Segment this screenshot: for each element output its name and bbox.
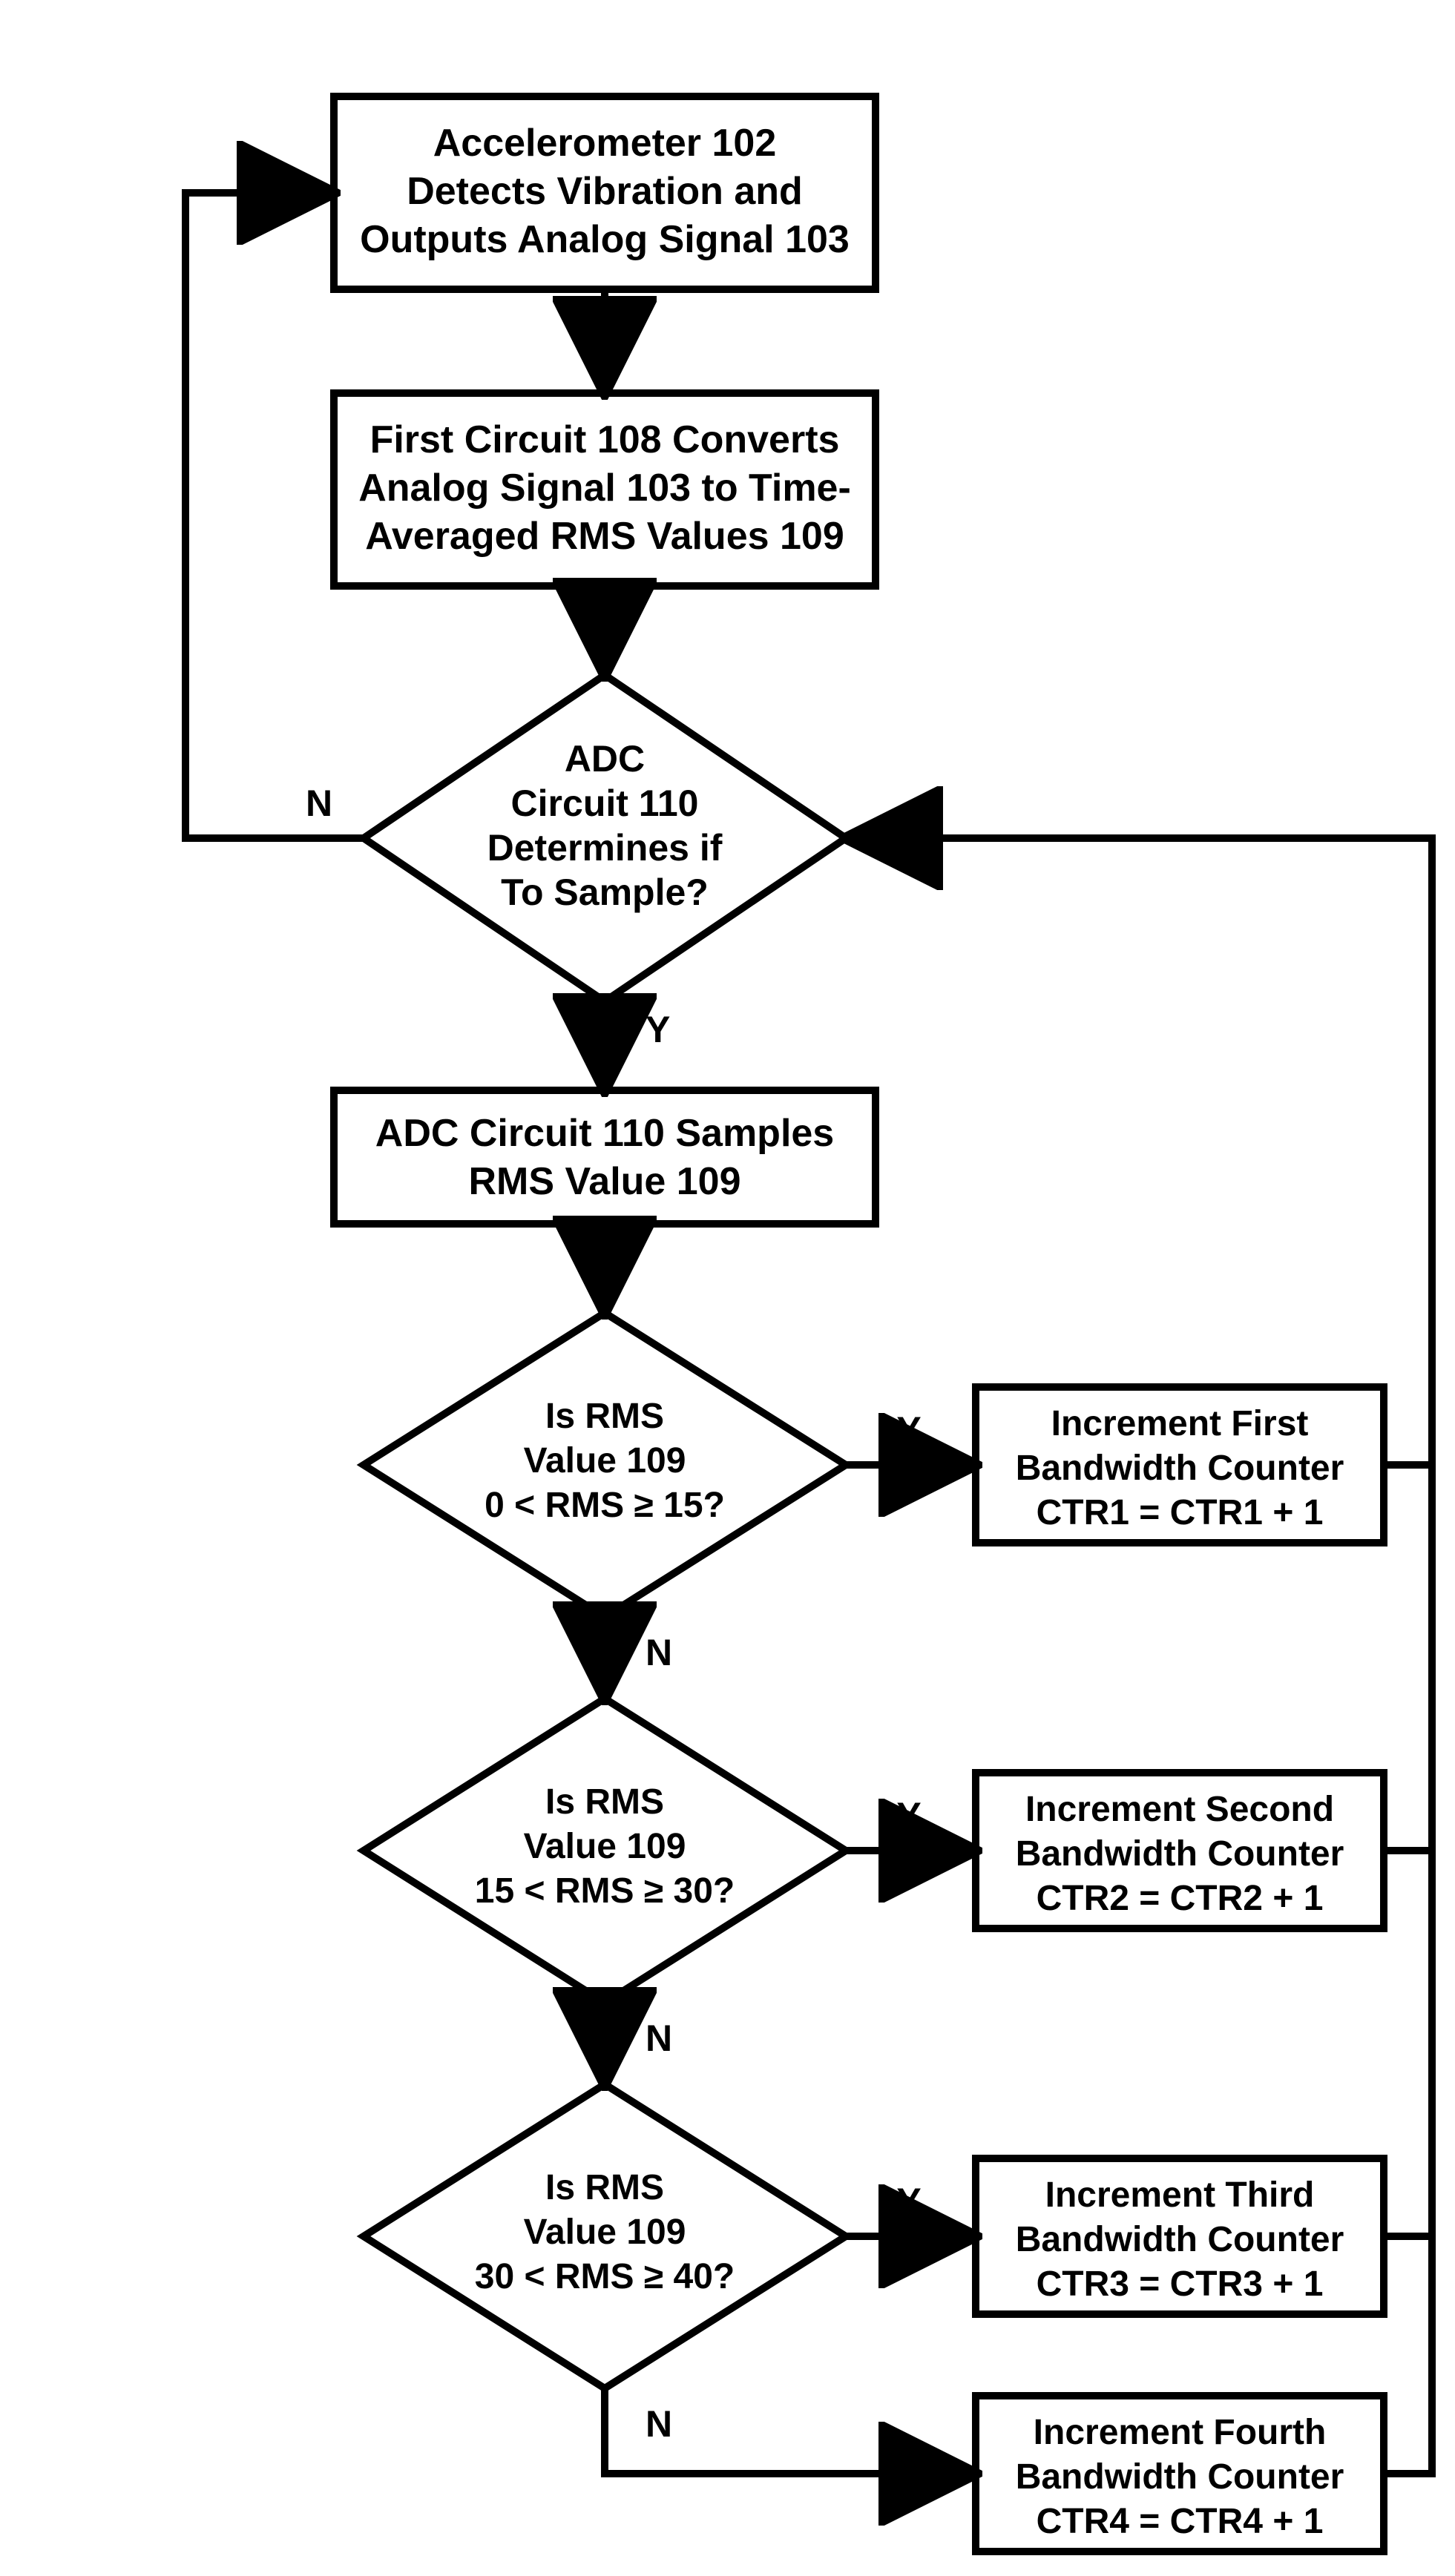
d2-l2: Value 109 [524,1827,686,1866]
d1-l2: Value 109 [524,1441,686,1480]
a1-l1: Increment First [1051,1404,1309,1443]
label-n3-no: N [306,783,332,824]
d1-l1: Is RMS [545,1397,664,1436]
a3-l1: Increment Third [1045,2175,1315,2215]
a1-l3: CTR1 = CTR1 + 1 [1037,1493,1324,1532]
n3-l1: ADC [565,738,645,780]
d3-l2: Value 109 [524,2213,686,2252]
a4-l3: CTR4 = CTR4 + 1 [1037,2502,1324,2541]
n1-l1: Accelerometer 102 [433,122,777,165]
step-adc-sample [334,1090,876,1224]
d2-l1: Is RMS [545,1782,664,1822]
edge-a4-join [1384,2236,1432,2474]
n2-l3: Averaged RMS Values 109 [365,515,844,558]
a2-l1: Increment Second [1025,1790,1334,1829]
a4-l1: Increment Fourth [1034,2413,1327,2452]
a2-l2: Bandwidth Counter [1016,1834,1344,1874]
edge-a3-join [1384,1851,1432,2236]
label-d1-yes: Y [896,1409,921,1451]
n2-l1: First Circuit 108 Converts [370,418,840,461]
label-n3-yes: Y [646,1009,670,1050]
a2-l3: CTR2 = CTR2 + 1 [1037,1879,1324,1918]
n1-l2: Detects Vibration and [407,170,803,213]
n3-l3: Determines if [487,827,723,869]
flowchart-diagram: Accelerometer 102 Detects Vibration and … [0,0,1455,2576]
label-d1-no: N [646,1632,672,1673]
edge-a2-join [1384,1465,1432,1851]
a3-l3: CTR3 = CTR3 + 1 [1037,2264,1324,2304]
a4-l2: Bandwidth Counter [1016,2457,1344,2497]
label-d3-yes: Y [896,2181,921,2222]
label-d2-no: N [646,2017,672,2059]
d1-l3: 0 < RMS ≥ 15? [485,1486,725,1525]
label-d2-yes: Y [896,1795,921,1837]
n3-l2: Circuit 110 [511,783,699,824]
n2-l2: Analog Signal 103 to Time- [358,467,851,510]
label-d3-no: N [646,2403,672,2445]
n3-l4: To Sample? [501,872,709,913]
n4-l1: ADC Circuit 110 Samples [375,1112,834,1155]
d3-l3: 30 < RMS ≥ 40? [475,2257,735,2296]
a1-l2: Bandwidth Counter [1016,1449,1344,1488]
a3-l2: Bandwidth Counter [1016,2220,1344,2259]
edge-return-bus [850,838,1432,1465]
n4-l2: RMS Value 109 [468,1160,740,1203]
d2-l3: 15 < RMS ≥ 30? [475,1871,735,1911]
d3-l1: Is RMS [545,2168,664,2207]
n1-l3: Outputs Analog Signal 103 [360,218,850,261]
